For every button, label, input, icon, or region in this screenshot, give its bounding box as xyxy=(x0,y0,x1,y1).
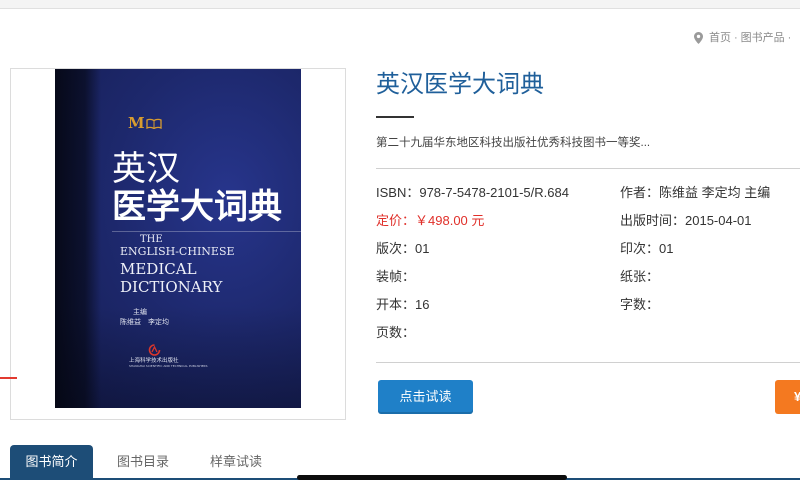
detail-value: 01 xyxy=(415,241,430,256)
detail-label: 版次： xyxy=(376,241,416,256)
cover-title-cn-line2: 医学大词典 xyxy=(112,187,282,227)
cover-divider xyxy=(112,231,301,232)
publisher-logo-text: M xyxy=(128,114,145,132)
buy-button[interactable]: ¥ xyxy=(775,380,800,414)
location-pin-icon xyxy=(694,32,703,44)
breadcrumb-separator: · xyxy=(734,32,738,44)
detail-label: 装帧： xyxy=(376,269,416,284)
cover-title-en-line1: ENGLISH-CHINESE xyxy=(120,245,235,258)
tab-book-contents[interactable]: 图书目录 xyxy=(106,445,180,479)
detail-value: 陈维益 李定均 主编 xyxy=(659,185,771,200)
book-cover-frame: M 英汉 医学大词典 THE ENGLISH-CHINESE MEDICAL D… xyxy=(10,68,346,420)
book-award: 第二十九届华东地区科技出版社优秀科技图书一等奖... xyxy=(376,137,651,149)
detail-label: 印次： xyxy=(620,241,660,256)
detail-binding: 装帧： xyxy=(376,269,415,285)
detail-label: 出版时间： xyxy=(620,213,686,228)
cover-title-en-line2: MEDICAL xyxy=(120,260,197,278)
detail-value: 16 xyxy=(415,297,430,312)
open-book-icon xyxy=(145,118,162,129)
title-underline xyxy=(376,116,414,118)
detail-format: 开本：16 xyxy=(376,297,429,313)
detail-label: 开本： xyxy=(376,297,416,312)
cover-title-cn-line1: 英汉 xyxy=(112,149,180,189)
divider xyxy=(376,168,800,169)
detail-label: 纸张： xyxy=(620,269,660,284)
breadcrumb-home-link[interactable]: 首页 xyxy=(709,32,731,44)
detail-value: 01 xyxy=(659,241,674,256)
detail-value: 978-7-5478-2101-5/R.684 xyxy=(419,185,569,200)
page-title: 英汉医学大词典 xyxy=(376,71,544,98)
price-value: ￥498.00 元 xyxy=(415,213,485,228)
detail-label: ISBN： xyxy=(376,185,420,200)
tab-book-intro[interactable]: 图书简介 xyxy=(10,445,93,479)
detail-value: 2015-04-01 xyxy=(685,213,752,228)
detail-printing: 印次：01 xyxy=(620,241,673,257)
detail-paper: 纸张： xyxy=(620,269,659,285)
detail-label: 页数： xyxy=(376,325,416,340)
home-indicator[interactable] xyxy=(297,475,567,480)
breadcrumb: 首页 · 图书产品 · xyxy=(692,30,800,46)
top-bar xyxy=(0,0,800,9)
detail-label: 字数： xyxy=(620,297,660,312)
cover-title-en-the: THE xyxy=(140,234,163,245)
detail-label: 作者： xyxy=(620,185,660,200)
divider xyxy=(376,362,800,363)
edge-marker xyxy=(0,377,17,379)
buy-button-label: ¥ xyxy=(794,389,800,404)
cover-publisher-en: SHANGHAI SCIENTIFIC AND TECHNICAL PUBLIS… xyxy=(129,364,208,368)
breadcrumb-separator: · xyxy=(787,32,792,44)
publisher-emblem-icon xyxy=(148,344,161,356)
cover-editor-role: 主编 xyxy=(133,308,147,316)
breadcrumb-products-link[interactable]: 图书产品 xyxy=(741,32,785,44)
tab-sample-chapter[interactable]: 样章试读 xyxy=(199,445,273,479)
detail-pages: 页数： xyxy=(376,325,415,341)
publisher-logo: M xyxy=(128,116,162,131)
book-cover-image: M 英汉 医学大词典 THE ENGLISH-CHINESE MEDICAL D… xyxy=(55,69,301,408)
detail-word-count: 字数： xyxy=(620,297,659,313)
detail-pub-date: 出版时间：2015-04-01 xyxy=(620,213,752,229)
cover-title-en-line3: DICTIONARY xyxy=(120,278,223,296)
detail-edition: 版次：01 xyxy=(376,241,429,257)
detail-author: 作者：陈维益 李定均 主编 xyxy=(620,185,770,201)
detail-price: 定价：￥498.00 元 xyxy=(376,213,484,229)
cover-editors: 陈维益 李定均 xyxy=(120,318,169,326)
detail-label: 定价： xyxy=(376,213,416,228)
read-sample-button[interactable]: 点击试读 xyxy=(378,380,473,414)
detail-isbn: ISBN：978-7-5478-2101-5/R.684 xyxy=(376,185,569,201)
